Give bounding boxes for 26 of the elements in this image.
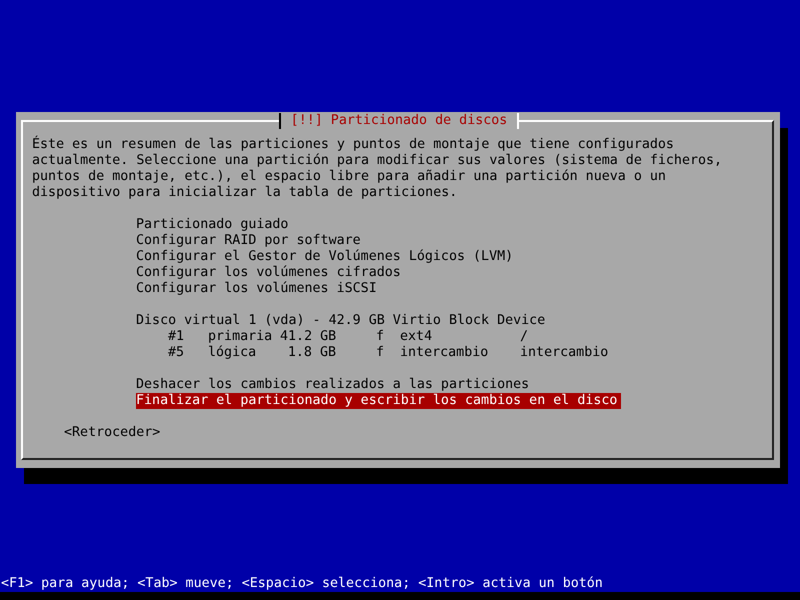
partition-size: 1.8 GB — [286, 345, 336, 361]
description-text: Éste es un resumen de las particiones y puntos de montaje que tiene configurados actualmente. Seleccione una partición para modificar sus valores (sistema de ficheros, puntos de montaje, etc.), el espacio libre para añadir una partición nueva o un dispositivo para inicializar la tabla de particiones. — [32, 137, 724, 201]
partition-row[interactable]: #5 lógica 1.8 GB f intercambio intercambio — [168, 345, 608, 361]
partition-filesystem: intercambio — [400, 345, 490, 361]
partition-row[interactable]: #1 primaria 41.2 GB f ext4 / — [168, 329, 528, 345]
menu-item[interactable]: Deshacer los cambios realizados a las particiones — [136, 377, 534, 393]
partition-size: 41.2 GB — [280, 329, 336, 345]
partition-type: primaria — [208, 329, 274, 345]
partition-type: lógica — [208, 345, 258, 361]
dialog-title: [!!] Particionado de discos — [278, 113, 520, 129]
partition-flag-label: f — [376, 345, 386, 361]
menu-item[interactable]: Finalizar el particionado y escribir los cambios en el disco — [136, 393, 622, 409]
partition-mount: / — [520, 329, 528, 345]
partition-number: #5 — [168, 345, 186, 361]
menu-item[interactable]: Configurar los volúmenes cifrados — [136, 265, 405, 281]
menu-item[interactable]: Particionado guiado — [136, 217, 292, 233]
menu-item[interactable]: Configurar los volúmenes iSCSI — [136, 281, 381, 297]
back-button[interactable]: <Retroceder> — [64, 425, 160, 441]
partition-number: #1 — [168, 329, 186, 345]
status-text: <F1> para ayuda; <Tab> mueve; <Espacio> selecciona; <Intro> activa un botón — [1, 576, 603, 591]
menu-item[interactable]: Configurar el Gestor de Volúmenes Lógicos (LVM) — [136, 249, 518, 265]
partition-mount: intercambio — [520, 345, 608, 361]
disk-item[interactable]: Disco virtual 1 (vda) - 42.9 GB Virtio Block Device — [136, 313, 550, 329]
partition-flag-label: f — [376, 329, 386, 345]
menu-item[interactable]: Configurar RAID por software — [136, 233, 365, 249]
partition-filesystem: ext4 — [400, 329, 434, 345]
